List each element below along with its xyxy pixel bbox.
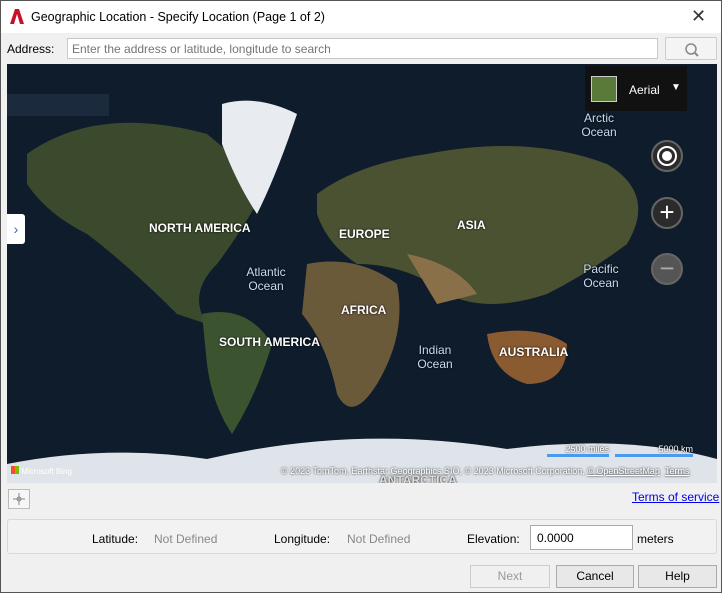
longitude-value: Not Defined bbox=[347, 532, 411, 546]
elevation-label: Elevation: bbox=[467, 532, 520, 546]
locate-button[interactable] bbox=[651, 140, 683, 172]
label-south-america: SOUTH AMERICA bbox=[219, 335, 320, 349]
coordinates-panel: Latitude: Not Defined Longitude: Not Def… bbox=[7, 519, 717, 554]
map-style-label: Aerial bbox=[629, 83, 660, 97]
latitude-value: Not Defined bbox=[154, 532, 218, 546]
search-button[interactable] bbox=[665, 37, 717, 60]
scale-miles: 2500 miles bbox=[547, 444, 609, 457]
elevation-unit: meters bbox=[637, 532, 674, 546]
terms-of-service-link[interactable]: Terms of service bbox=[632, 490, 719, 504]
label-arctic-ocean: Arctic Ocean bbox=[581, 111, 617, 139]
aerial-thumbnail-icon bbox=[591, 76, 617, 102]
elevation-input[interactable] bbox=[530, 525, 633, 550]
label-north-america: NORTH AMERICA bbox=[149, 221, 251, 235]
address-label: Address: bbox=[7, 42, 55, 56]
zoom-in-button[interactable]: + bbox=[651, 197, 683, 229]
address-input[interactable] bbox=[67, 38, 658, 59]
close-icon[interactable]: ✕ bbox=[691, 6, 706, 27]
help-button[interactable]: Help bbox=[638, 565, 717, 588]
latitude-label: Latitude: bbox=[92, 532, 139, 546]
map-style-dropdown[interactable]: Aerial ▼ bbox=[585, 66, 687, 111]
minus-icon: − bbox=[659, 253, 675, 283]
label-indian-ocean: Indian Ocean bbox=[417, 343, 453, 371]
label-australia: AUSTRALIA bbox=[499, 345, 569, 359]
scale-km: 5000 km bbox=[615, 444, 693, 457]
label-africa: AFRICA bbox=[341, 303, 387, 317]
expand-panel-button[interactable]: › bbox=[7, 214, 25, 244]
map-terms-link[interactable]: Terms bbox=[665, 466, 690, 476]
coordinate-picker-button[interactable] bbox=[8, 489, 30, 509]
bing-logo: Microsoft Bing bbox=[11, 466, 72, 476]
plus-icon: + bbox=[659, 197, 675, 227]
search-icon bbox=[685, 43, 699, 57]
next-button[interactable]: Next bbox=[470, 565, 550, 588]
title-bar: Geographic Location - Specify Location (… bbox=[1, 1, 721, 33]
label-pacific-ocean: Pacific Ocean bbox=[583, 262, 619, 290]
chevron-right-icon: › bbox=[13, 221, 19, 237]
chevron-down-icon: ▼ bbox=[671, 82, 681, 93]
crosshair-icon bbox=[13, 493, 25, 505]
locate-icon bbox=[657, 146, 677, 166]
osm-link[interactable]: © OpenStreetMap bbox=[587, 466, 660, 476]
label-asia: ASIA bbox=[457, 218, 486, 232]
autocad-logo-icon bbox=[10, 9, 24, 24]
label-atlantic-ocean: Atlantic Ocean bbox=[246, 265, 286, 293]
zoom-out-button[interactable]: − bbox=[651, 253, 683, 285]
map-attribution: © 2023 TomTom, Earthstar Geographics SIO… bbox=[281, 466, 689, 476]
longitude-label: Longitude: bbox=[274, 532, 331, 546]
window-title: Geographic Location - Specify Location (… bbox=[31, 10, 325, 24]
attribution-text: © 2023 TomTom, Earthstar Geographics SIO… bbox=[281, 466, 585, 476]
cancel-button[interactable]: Cancel bbox=[556, 565, 634, 588]
label-europe: EUROPE bbox=[339, 227, 390, 241]
map-view[interactable]: NORTH AMERICA EUROPE ASIA AFRICA SOUTH A… bbox=[7, 64, 717, 483]
